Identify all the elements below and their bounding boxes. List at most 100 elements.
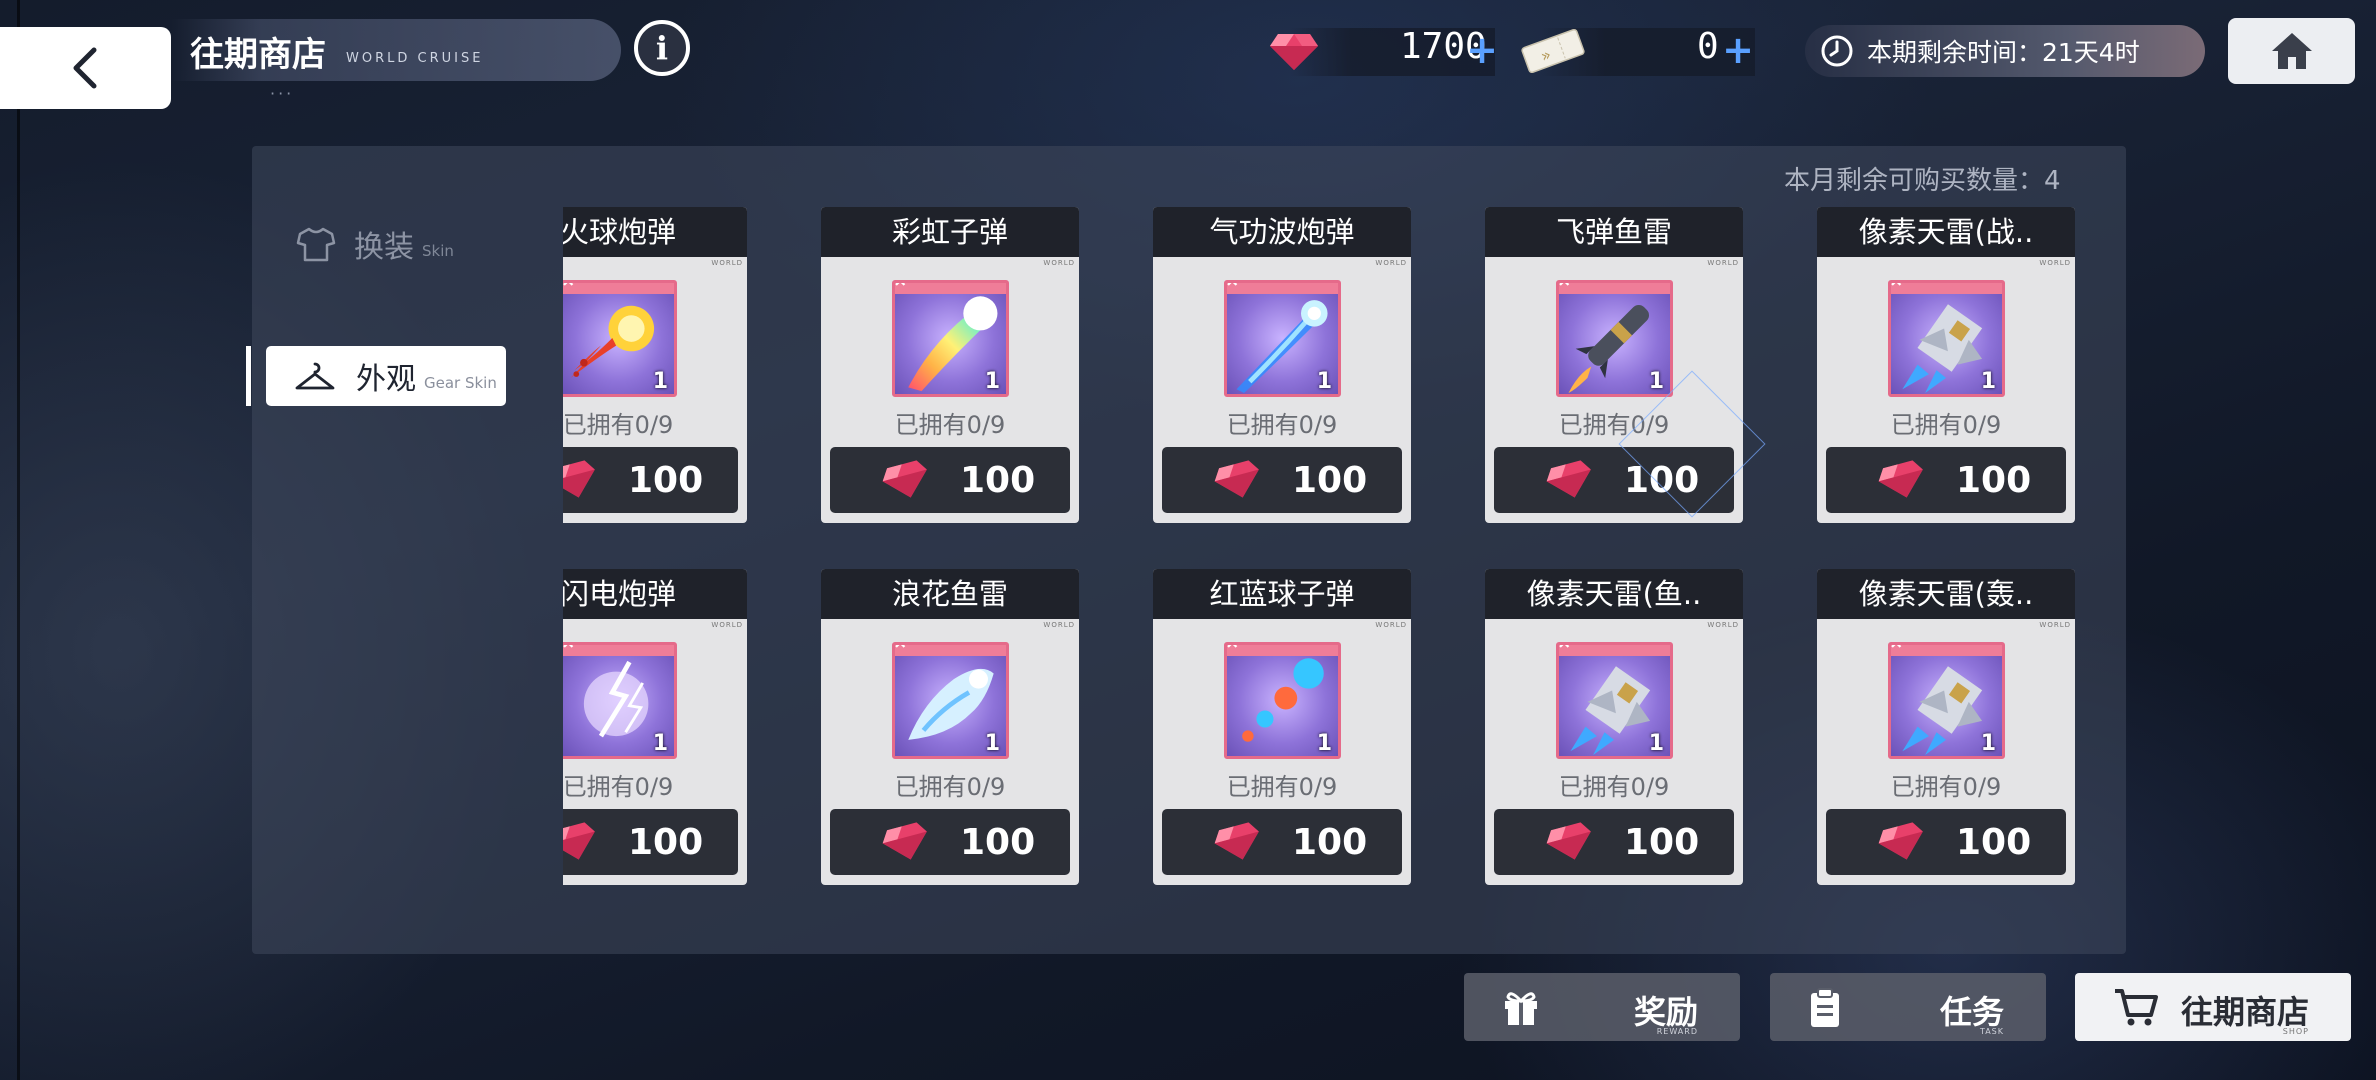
card-world-tag: WORLD xyxy=(711,259,743,267)
owned-count: 已拥有0/9 xyxy=(563,773,674,801)
card-world-tag: WORLD xyxy=(711,621,743,629)
ticket-icon: » xyxy=(1521,28,1585,74)
item-name: 火球炮弹 xyxy=(563,207,747,257)
shop-item-card[interactable]: 火球炮弹 WORLD ⌃ 1 已拥有0/9 100 xyxy=(563,207,747,523)
item-price: 100 xyxy=(628,821,704,863)
info-button[interactable]: i xyxy=(634,20,690,76)
owned-count: 已拥有0/9 xyxy=(1226,773,1338,801)
shop-item-card[interactable]: 像素天雷(战.. WORLD ⌃ 1 已拥有0/9 100 xyxy=(1817,207,2075,523)
shop-item-card[interactable]: 气功波炮弹 WORLD ⌃ 1 已拥有0/9 100 xyxy=(1153,207,1411,523)
buy-button[interactable]: 100 xyxy=(1826,809,2066,875)
cart-icon xyxy=(2115,989,2158,1026)
item-price: 100 xyxy=(1292,459,1368,501)
sidebar-item-label: 外观 xyxy=(356,362,416,397)
buy-button[interactable]: 100 xyxy=(830,809,1070,875)
gem-icon xyxy=(1214,460,1259,498)
card-world-tag: WORLD xyxy=(1043,621,1075,629)
gem-icon xyxy=(563,822,595,860)
shop-item-card[interactable]: 彩虹子弹 WORLD ⌃ 1 已拥有0/9 100 xyxy=(821,207,1079,523)
owned-count: 已拥有0/9 xyxy=(563,411,674,439)
shop-item-card[interactable]: 像素天雷(轰.. WORLD ⌃ 1 已拥有0/9 100 xyxy=(1817,569,2075,885)
ticket-amount: 0 xyxy=(1697,26,1719,67)
buy-button[interactable]: 100 xyxy=(1494,809,1734,875)
item-image: ⌃ 1 xyxy=(1888,642,2005,759)
sidebar-item-label: 换装 xyxy=(354,230,414,265)
buy-button[interactable]: 100 xyxy=(1826,447,2066,513)
back-button[interactable] xyxy=(0,27,171,109)
item-name: 飞弹鱼雷 xyxy=(1485,207,1743,257)
tab-sublabel: TASK xyxy=(1979,1027,2004,1036)
rarity-ribbon-icon: ⌃ xyxy=(1556,280,1574,302)
tab-shop[interactable]: 往期商店 SHOP xyxy=(2075,973,2351,1041)
item-quantity: 1 xyxy=(1316,731,1332,756)
sidebar-item-gear-skin[interactable]: 外观 Gear Skin xyxy=(266,346,506,406)
item-name: 闪电炮弹 xyxy=(563,569,747,619)
sidebar-active-indicator xyxy=(246,346,251,406)
shop-item-card[interactable]: 闪电炮弹 WORLD ⌃ 1 已拥有0/9 100 xyxy=(563,569,747,885)
item-quantity: 1 xyxy=(652,369,668,394)
rarity-ribbon-icon: ⌃ xyxy=(892,280,910,302)
clipboard-icon xyxy=(1811,988,1839,1027)
item-price: 100 xyxy=(960,821,1036,863)
screen-edge-line xyxy=(17,0,20,1080)
shirt-icon xyxy=(296,227,336,262)
card-world-tag: WORLD xyxy=(1043,259,1075,267)
card-world-tag: WORLD xyxy=(1375,621,1407,629)
item-name: 浪花鱼雷 xyxy=(821,569,1079,619)
item-image: ⌃ 1 xyxy=(563,280,677,397)
rarity-ribbon-icon: ⌃ xyxy=(1556,642,1574,664)
item-quantity: 1 xyxy=(1316,369,1332,394)
owned-count: 已拥有0/9 xyxy=(1890,773,2002,801)
rarity-ribbon-icon: ⌃ xyxy=(563,645,587,667)
item-name: 红蓝球子弹 xyxy=(1153,569,1411,619)
item-image: ⌃ 1 xyxy=(563,642,677,759)
gift-icon xyxy=(1505,992,1537,1025)
buy-button[interactable]: 100 xyxy=(563,447,738,513)
item-price: 100 xyxy=(628,459,704,501)
hanger-icon xyxy=(295,362,335,390)
item-image: ⌃ 1 xyxy=(1888,280,2005,397)
item-price: 100 xyxy=(1956,821,2032,863)
info-icon: i xyxy=(655,29,669,67)
item-image: ⌃ 1 xyxy=(892,280,1009,397)
shop-item-card[interactable]: 红蓝球子弹 WORLD ⌃ 1 已拥有0/9 100 xyxy=(1153,569,1411,885)
buy-button[interactable]: 100 xyxy=(1162,809,1402,875)
item-image: ⌃ 1 xyxy=(892,642,1009,759)
owned-count: 已拥有0/9 xyxy=(1226,411,1338,439)
timer-text: 本期剩余时间：21天4时 xyxy=(1867,38,2140,67)
gem-icon xyxy=(882,460,927,498)
item-quantity: 1 xyxy=(1980,731,1996,756)
card-world-tag: WORLD xyxy=(1707,259,1739,267)
item-grid: 火球炮弹 WORLD ⌃ 1 已拥有0/9 100 彩虹子弹 WORLD xyxy=(563,200,2083,900)
add-gems-button[interactable]: + xyxy=(1466,31,1498,69)
card-world-tag: WORLD xyxy=(2039,259,2071,267)
home-button[interactable] xyxy=(2228,18,2355,84)
clock-icon xyxy=(1821,35,1853,67)
tab-sublabel: SHOP xyxy=(2282,1027,2309,1036)
item-image: ⌃ 1 xyxy=(1224,280,1341,397)
owned-count: 已拥有0/9 xyxy=(1558,773,1670,801)
buy-button[interactable]: 100 xyxy=(563,809,738,875)
item-price: 100 xyxy=(960,459,1036,501)
item-name: 彩虹子弹 xyxy=(821,207,1079,257)
shop-item-card[interactable]: 浪花鱼雷 WORLD ⌃ 1 已拥有0/9 100 xyxy=(821,569,1079,885)
title-dots: ··· xyxy=(270,84,295,103)
card-world-tag: WORLD xyxy=(1707,621,1739,629)
gem-icon xyxy=(1546,460,1591,498)
item-image: ⌃ 1 xyxy=(1224,642,1341,759)
home-icon xyxy=(2271,33,2312,69)
add-tickets-button[interactable]: + xyxy=(1722,31,1754,69)
gem-icon xyxy=(882,822,927,860)
buy-button[interactable]: 100 xyxy=(830,447,1070,513)
shop-item-card[interactable]: 像素天雷(鱼.. WORLD ⌃ 1 已拥有0/9 100 xyxy=(1485,569,1743,885)
rarity-ribbon-icon: ⌃ xyxy=(1224,642,1242,664)
tab-reward[interactable]: 奖励 REWARD xyxy=(1464,973,1740,1041)
item-name: 像素天雷(战.. xyxy=(1817,207,2075,257)
rarity-ribbon-icon: ⌃ xyxy=(1888,280,1906,302)
tab-task[interactable]: 任务 TASK xyxy=(1770,973,2046,1041)
card-world-tag: WORLD xyxy=(2039,621,2071,629)
buy-button[interactable]: 100 xyxy=(1162,447,1402,513)
sidebar-item-sublabel: Gear Skin xyxy=(424,374,497,392)
sidebar-item-skin[interactable]: 换装 Skin xyxy=(296,222,454,266)
period-timer: 本期剩余时间：21天4时 xyxy=(1805,25,2205,77)
